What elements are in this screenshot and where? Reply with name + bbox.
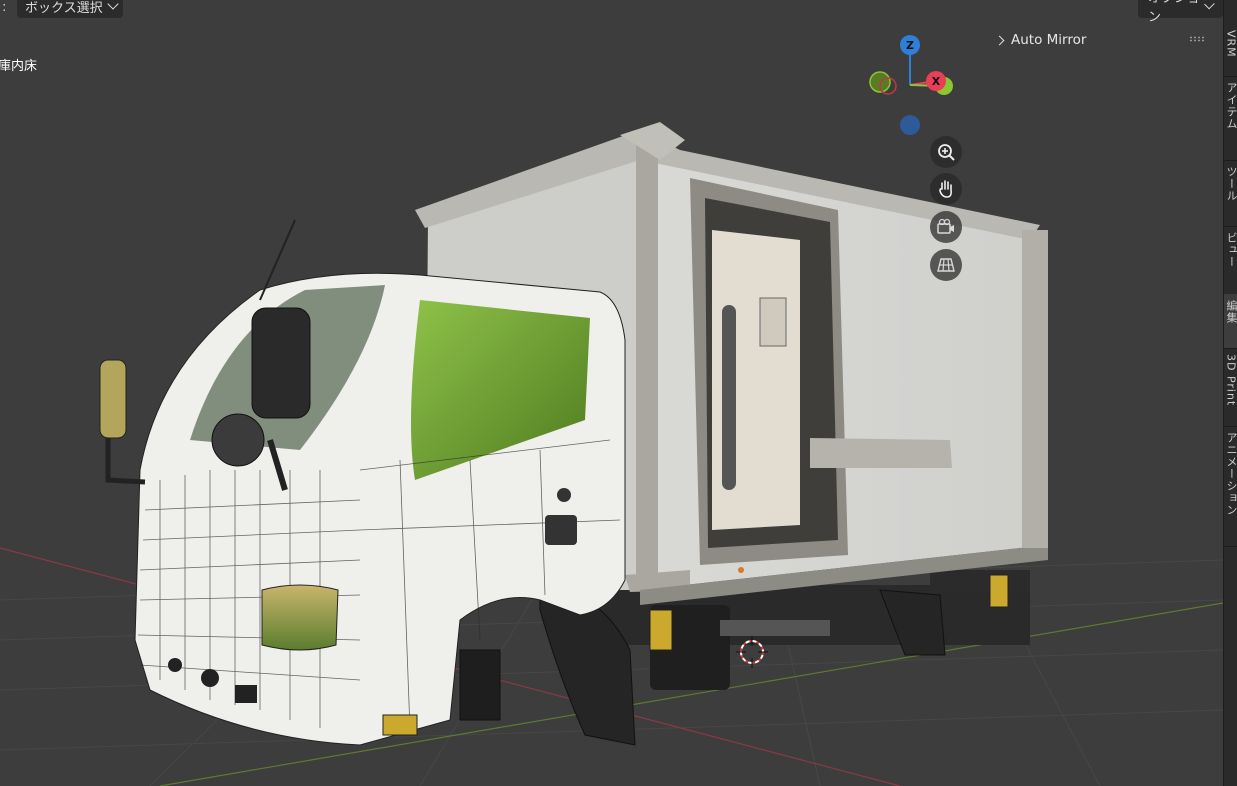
cab bbox=[134, 272, 626, 746]
chevron-right-icon bbox=[994, 35, 1005, 45]
sidebar-tabs: VRM アイテム ツール ビュー 編集 3D Print アニメーション bbox=[1223, 0, 1237, 786]
truck-model[interactable] bbox=[0, 0, 1223, 786]
tab-view[interactable]: ビュー bbox=[1224, 226, 1237, 295]
navigation-gizmo[interactable]: Z X bbox=[860, 30, 960, 140]
select-mode-dropdown[interactable]: ボックス選択 bbox=[17, 0, 123, 18]
options-dropdown[interactable]: オプション bbox=[1138, 0, 1223, 25]
menu-colon: : bbox=[2, 0, 7, 15]
z-axis-label: Z bbox=[906, 39, 914, 52]
chevron-down-icon bbox=[106, 0, 119, 10]
hand-icon bbox=[939, 180, 952, 198]
panel-drag-grip-icon[interactable] bbox=[1189, 36, 1205, 42]
active-object-label: 庫内床 bbox=[0, 59, 38, 74]
options-label: オプション bbox=[1148, 0, 1200, 25]
tab-animation[interactable]: アニメーション bbox=[1224, 426, 1237, 547]
tab-label: 3D Print bbox=[1224, 354, 1237, 407]
tab-label: VRM bbox=[1224, 30, 1237, 58]
tab-label: アイテム bbox=[1225, 82, 1237, 130]
tab-label: ビュー bbox=[1225, 232, 1237, 268]
negative-z-handle bbox=[900, 115, 920, 135]
camera-view-button[interactable] bbox=[930, 211, 962, 243]
tab-3d-print[interactable]: 3D Print bbox=[1224, 348, 1237, 427]
3d-viewport[interactable]: : ボックス選択 オプション 庫内床 Auto Mirror Z X bbox=[0, 0, 1223, 786]
perspective-toggle-button[interactable] bbox=[930, 249, 962, 281]
chevron-down-icon bbox=[1204, 0, 1215, 10]
x-axis-label: X bbox=[932, 75, 941, 88]
zoom-icon bbox=[938, 144, 955, 161]
tab-edit[interactable]: 編集 bbox=[1224, 294, 1237, 349]
zoom-button[interactable] bbox=[930, 136, 962, 168]
tab-label: ツール bbox=[1225, 166, 1237, 202]
tab-tool[interactable]: ツール bbox=[1224, 160, 1237, 227]
tab-label: アニメーション bbox=[1225, 432, 1237, 516]
select-mode-label: ボックス選択 bbox=[25, 0, 103, 16]
auto-mirror-panel-header[interactable]: Auto Mirror bbox=[994, 32, 1087, 48]
auto-mirror-label: Auto Mirror bbox=[1011, 32, 1087, 48]
tab-label: 編集 bbox=[1225, 300, 1237, 324]
tab-item[interactable]: アイテム bbox=[1224, 76, 1237, 161]
pan-button[interactable] bbox=[930, 173, 962, 205]
grid-icon bbox=[937, 258, 955, 272]
tab-vrm[interactable]: VRM bbox=[1224, 24, 1237, 77]
camera-icon bbox=[937, 218, 954, 234]
